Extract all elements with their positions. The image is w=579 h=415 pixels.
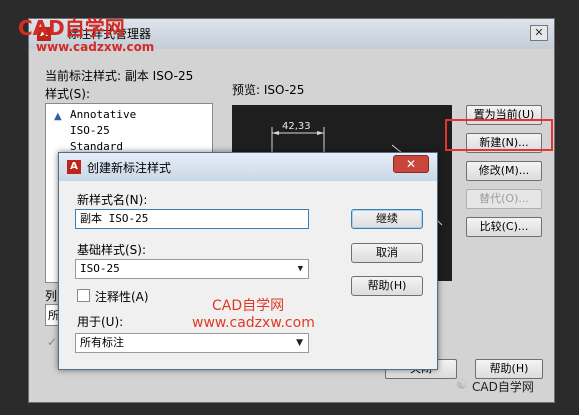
modify-style-button[interactable]: 修改(M)... bbox=[466, 161, 542, 181]
continue-button[interactable]: 继续 bbox=[351, 209, 423, 229]
current-style-label: 当前标注样式: 副本 ISO-25 bbox=[45, 69, 194, 83]
chevron-down-icon: ▼ bbox=[296, 338, 303, 348]
styles-label: 样式(S): bbox=[45, 87, 91, 101]
watermark-center-name: CAD自学网 bbox=[212, 298, 285, 314]
use-for-label: 用于(U): bbox=[77, 315, 124, 329]
annotative-triangle-icon: ▲ bbox=[54, 111, 62, 122]
style-item-annotative[interactable]: Annotative bbox=[70, 108, 136, 121]
annotative-checkbox[interactable] bbox=[77, 289, 90, 302]
new-style-name-input[interactable]: 副本 ISO-25 bbox=[75, 209, 309, 229]
style-item-iso25[interactable]: ISO-25 bbox=[70, 124, 110, 137]
list-label: 列 bbox=[45, 289, 58, 303]
compare-style-button[interactable]: 比较(C)... bbox=[466, 217, 542, 237]
override-style-button[interactable]: 替代(O)... bbox=[466, 189, 542, 209]
cancel-button[interactable]: 取消 bbox=[351, 243, 423, 263]
inner-dialog-title: 创建新标注样式 bbox=[87, 161, 172, 175]
outer-help-button[interactable]: 帮助(H) bbox=[475, 359, 543, 379]
watermark-logo: CAD自学网 bbox=[18, 16, 125, 40]
preview-dimension-text: 42,33 bbox=[282, 121, 311, 132]
use-for-value: 所有标注 bbox=[80, 336, 124, 349]
outer-close-button[interactable]: ✕ bbox=[530, 25, 548, 41]
wechat-icon: ☯ bbox=[456, 378, 468, 393]
inner-close-button[interactable]: ✕ bbox=[393, 155, 429, 173]
new-button-highlight bbox=[445, 119, 553, 151]
watermark-center-url: www.cadzxw.com bbox=[192, 315, 315, 331]
create-new-dimension-style-dialog: A 创建新标注样式 ✕ 新样式名(N): 副本 ISO-25 基础样式(S): … bbox=[58, 152, 438, 370]
watermark-footer: CAD自学网 bbox=[472, 380, 534, 394]
base-style-value: ISO-25 bbox=[80, 262, 120, 275]
use-for-dropdown[interactable]: 所有标注 ▼ bbox=[75, 333, 309, 353]
annotative-label: 注释性(A) bbox=[95, 290, 149, 304]
inner-help-button[interactable]: 帮助(H) bbox=[351, 276, 423, 296]
chevron-down-icon: ▼ bbox=[297, 264, 303, 274]
base-style-label: 基础样式(S): bbox=[77, 243, 147, 257]
autocad-logo-icon: A bbox=[67, 160, 81, 174]
inner-titlebar: A 创建新标注样式 ✕ bbox=[59, 153, 437, 181]
preview-label: 预览: ISO-25 bbox=[232, 83, 305, 97]
base-style-dropdown[interactable]: ISO-25 ▼ bbox=[75, 259, 309, 279]
new-name-label: 新样式名(N): bbox=[77, 193, 148, 207]
checkmark-icon: ✓ bbox=[47, 335, 58, 349]
watermark-url: www.cadzxw.com bbox=[36, 40, 155, 54]
